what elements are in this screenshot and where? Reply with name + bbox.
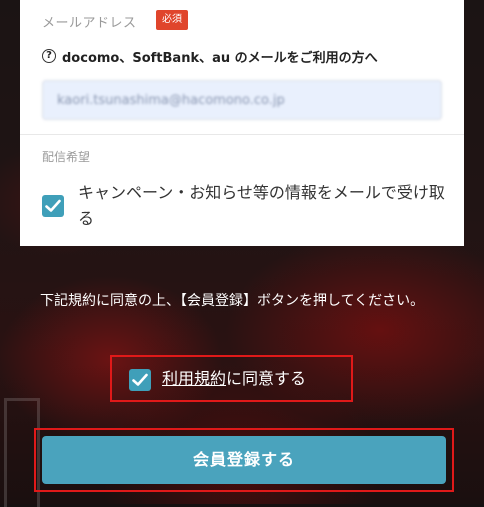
terms-instruction: 下記規約に同意の上、【会員登録】ボタンを押してください。 <box>40 293 425 309</box>
newsletter-checkbox[interactable] <box>42 195 64 217</box>
divider <box>20 134 464 135</box>
question-circle-icon: ? <box>42 49 56 63</box>
check-icon <box>45 199 61 212</box>
check-icon <box>132 373 148 386</box>
terms-agree-checkbox[interactable] <box>129 369 151 391</box>
terms-of-service-link[interactable]: 利用規約 <box>162 369 226 388</box>
delivery-preference-label: 配信希望 <box>42 150 91 164</box>
required-badge: 必須 <box>156 10 188 30</box>
carrier-mail-help-link[interactable]: ? docomo、SoftBank、au のメールをご利用の方へ <box>42 46 378 66</box>
email-field[interactable]: kaori.tsunashima@hacomono.co.jp <box>42 80 442 120</box>
carrier-mail-help-text: docomo、SoftBank、au のメールをご利用の方へ <box>62 50 378 66</box>
terms-agree-label: 利用規約に同意する <box>162 368 306 390</box>
submit-highlight: 会員登録する <box>34 428 454 492</box>
registration-form-card: メールアドレス 必須 ? docomo、SoftBank、au のメールをご利用… <box>20 0 464 246</box>
newsletter-checkbox-label[interactable]: キャンペーン・お知らせ等の情報をメールで受け取る <box>78 180 448 232</box>
terms-agree-highlight: 利用規約に同意する <box>110 355 353 402</box>
terms-agree-suffix[interactable]: に同意する <box>226 369 306 388</box>
email-label: メールアドレス <box>42 16 137 31</box>
register-button[interactable]: 会員登録する <box>42 436 446 484</box>
